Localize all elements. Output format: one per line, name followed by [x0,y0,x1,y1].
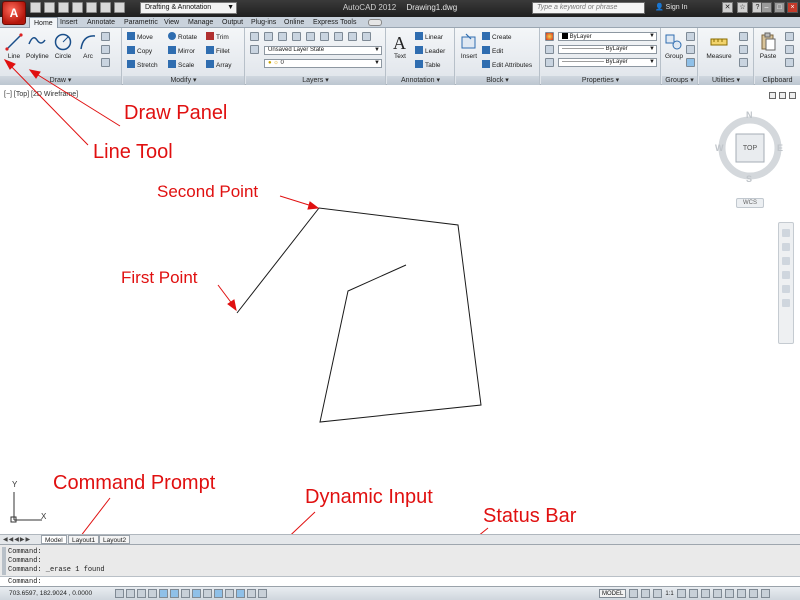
annotation-status-bar: Status Bar [483,505,577,527]
compass-east[interactable]: E [777,143,783,153]
annotation-second-point: Second Point [157,182,259,201]
zoom-icon[interactable] [782,257,790,265]
pan-icon[interactable] [782,243,790,251]
selection-cycling-toggle[interactable] [258,589,267,598]
drafting-toggles [115,589,267,598]
infer-constraints-toggle[interactable] [115,589,124,598]
compass-north[interactable]: N [746,110,753,120]
tab-nav-arrows[interactable]: ◀◀◀▶▶ [3,536,31,543]
annotation-arrows [3,59,489,593]
lock-icon[interactable] [712,589,722,598]
lineweight-toggle[interactable] [225,589,234,598]
tab-layout1[interactable]: Layout1 [68,535,100,544]
annotation-scale-value[interactable]: 1:1 [665,591,673,597]
wcs-label: WCS [743,200,757,206]
quick-view-drawings-icon[interactable] [641,589,651,598]
coordinate-display[interactable]: 703.6597, 182.9024 , 0.0000 [9,590,92,597]
drawn-polyline [236,207,482,423]
annotation-first-point: First Point [121,268,198,287]
compass-west[interactable]: W [715,143,724,153]
grid-toggle[interactable] [137,589,146,598]
showmotion-icon[interactable] [782,285,790,293]
tab-model[interactable]: Model [41,535,67,544]
polar-toggle[interactable] [159,589,168,598]
command-history-line: Command: [8,557,42,565]
hardware-acceleration-icon[interactable] [724,589,734,598]
application-menu-button[interactable]: A [2,1,26,25]
ucs-x-label: X [41,512,47,521]
wcs-menu[interactable]: WCS [736,198,764,208]
ucs-icon: Y X [8,480,48,526]
model-space-button[interactable]: MODEL [599,589,627,598]
annotation-dynamic-input: Dynamic Input [305,486,433,508]
steering-wheel-icon[interactable] [782,229,790,237]
command-line: Command: Command: Command: _erase 1 foun… [0,544,800,586]
annotation-draw-panel: Draw Panel [124,102,228,124]
annotation-scale-icon[interactable] [653,589,663,598]
quick-view-layouts-icon[interactable] [629,589,639,598]
clean-screen-icon[interactable] [760,589,770,598]
command-history-line: Command: _erase 1 found [8,566,105,574]
line-segments [236,207,482,423]
command-line-grip[interactable] [2,547,6,575]
workspace-switching-icon[interactable] [700,589,710,598]
osnap-toggle[interactable] [170,589,179,598]
annotation-command-prompt: Command Prompt [53,472,216,494]
viewcube[interactable]: TOP N S E W [715,108,785,188]
nav-customize-icon[interactable] [782,299,790,307]
status-right-group: MODEL 1:1 [599,589,770,598]
command-input[interactable]: Command: [0,576,800,586]
status-bar: 703.6597, 182.9024 , 0.0000 MODEL 1:1 [0,586,800,600]
status-bar-menu-icon[interactable] [748,589,758,598]
quick-properties-toggle[interactable] [247,589,256,598]
transparency-toggle[interactable] [236,589,245,598]
layout-tabs: ◀◀◀▶▶ Model Layout1 Layout2 [0,534,800,544]
snap-toggle[interactable] [126,589,135,598]
annotation-line-tool: Line Tool [93,141,173,163]
command-history-line: Command: [8,548,42,556]
ortho-toggle[interactable] [148,589,157,598]
tab-layout2[interactable]: Layout2 [99,535,131,544]
annotation-visibility-icon[interactable] [676,589,686,598]
drawing-canvas [3,59,489,593]
auto-scale-icon[interactable] [688,589,698,598]
navigation-bar [778,222,794,344]
ducs-toggle[interactable] [203,589,212,598]
command-history: Command: Command: Command: _erase 1 foun… [8,548,105,575]
compass-south[interactable]: S [746,174,752,184]
otrack-toggle[interactable] [192,589,201,598]
ucs-y-label: Y [12,480,18,489]
viewcube-face-top[interactable]: TOP [736,145,764,152]
3d-osnap-toggle[interactable] [181,589,190,598]
dynamic-input-toggle[interactable] [214,589,223,598]
isolate-objects-icon[interactable] [736,589,746,598]
orbit-icon[interactable] [782,271,790,279]
